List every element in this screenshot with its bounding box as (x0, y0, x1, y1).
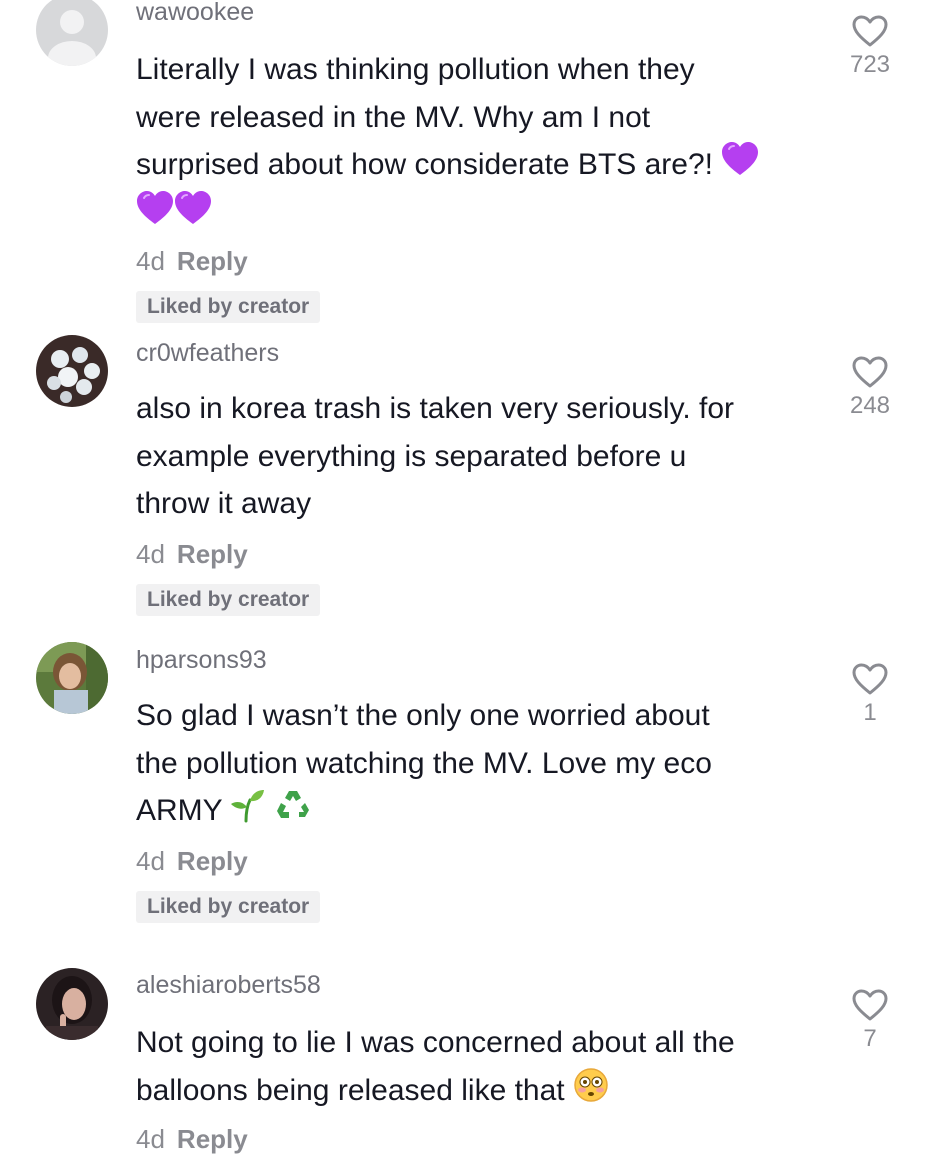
comment-line: So glad I wasn’t the only one worried ab… (136, 699, 710, 732)
flushed-face-icon (573, 1067, 609, 1118)
avatar[interactable] (36, 335, 108, 407)
reply-button[interactable]: Reply (177, 846, 248, 876)
avatar[interactable] (36, 968, 108, 1040)
comment-text: Literally I was thinking pollution when … (136, 46, 816, 240)
comment-line (136, 190, 816, 239)
comment-text: also in korea trash is taken very seriou… (136, 385, 816, 528)
avatar[interactable] (36, 642, 108, 714)
purple-heart-icon (721, 141, 759, 191)
comment-time: 4d (136, 1124, 165, 1154)
comment-line-text: surprised about how considerate BTS are?… (136, 148, 713, 181)
comment-time: 4d (136, 539, 165, 569)
default-avatar[interactable] (36, 0, 108, 66)
like-count: 723 (849, 51, 891, 78)
username[interactable]: aleshiaroberts58 (136, 971, 321, 1000)
comment-time: 4d (136, 846, 165, 876)
comment-meta: 4d Reply (136, 539, 248, 570)
reply-button[interactable]: Reply (177, 246, 248, 276)
heart-outline-icon[interactable] (851, 14, 889, 48)
username[interactable]: hparsons93 (136, 646, 267, 675)
comment-line: Not going to lie I was concerned about a… (136, 1026, 735, 1059)
comment-time: 4d (136, 246, 165, 276)
comment-line: the pollution watching the MV. Love my e… (136, 746, 712, 780)
like-count: 7 (863, 1025, 877, 1052)
like-control: 248 (835, 355, 905, 420)
purple-heart-icon (174, 191, 212, 240)
like-control: 723 (835, 14, 905, 79)
comment-line: were released in the MV. Why am I not (136, 100, 651, 134)
recycle-icon (275, 787, 311, 838)
comment-text: Not going to lie I was concerned about a… (136, 1019, 816, 1117)
comment-line-text: ARMY (136, 794, 223, 828)
seedling-icon (230, 787, 266, 838)
comment-meta: 4d Reply (136, 846, 248, 877)
comment-meta: 4d Reply (136, 246, 248, 277)
comment-text: So glad I wasn’t the only one worried ab… (136, 692, 816, 838)
heart-outline-icon[interactable] (851, 662, 889, 696)
comment-line: balloons being released like that (136, 1067, 816, 1118)
comment-line: Literally I was thinking pollution when … (136, 53, 695, 86)
reply-button[interactable]: Reply (177, 1124, 248, 1154)
like-control: 7 (835, 988, 905, 1053)
like-count: 248 (849, 392, 891, 419)
like-count: 1 (863, 699, 877, 726)
comment-line: also in korea trash is taken very seriou… (136, 392, 735, 425)
username[interactable]: cr0wfeathers (136, 339, 279, 368)
comment-line: example everything is separated before u (136, 439, 687, 473)
comment-line: throw it away (136, 487, 312, 520)
username[interactable]: wawookee (136, 0, 254, 27)
comment-line-text: balloons being released like that (136, 1073, 565, 1107)
purple-heart-icon (136, 191, 174, 240)
comment-list: wawookee Literally I was thinking pollut… (0, 0, 925, 1156)
comment-meta: 4d Reply (136, 1124, 248, 1155)
heart-outline-icon[interactable] (851, 988, 889, 1022)
heart-outline-icon[interactable] (851, 355, 889, 389)
reply-button[interactable]: Reply (177, 539, 248, 569)
like-control: 1 (835, 662, 905, 727)
liked-by-creator-badge: Liked by creator (136, 291, 321, 323)
comment-line: ARMY (136, 787, 816, 838)
liked-by-creator-badge: Liked by creator (136, 891, 321, 923)
comment-line: surprised about how considerate BTS are?… (136, 141, 816, 190)
liked-by-creator-badge: Liked by creator (136, 584, 321, 616)
